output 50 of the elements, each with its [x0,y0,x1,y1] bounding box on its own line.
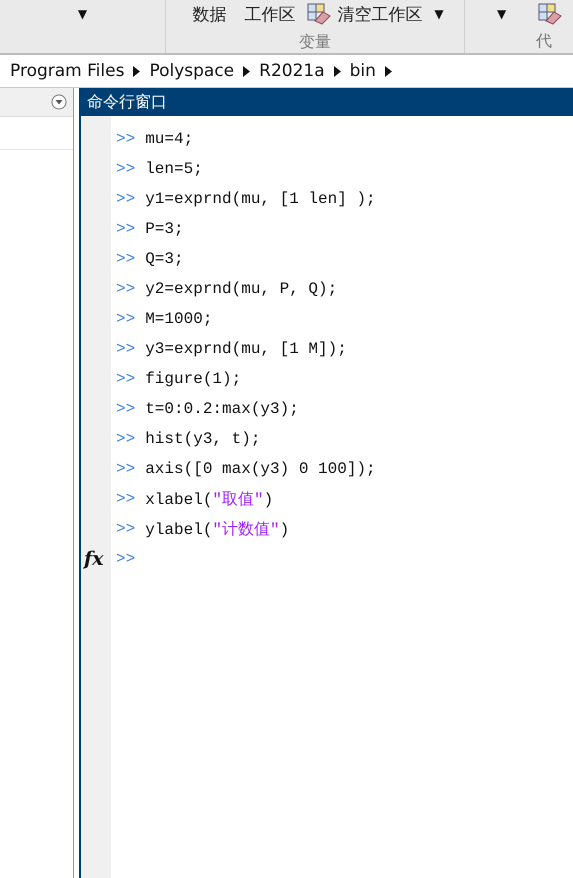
prompt: >> [116,370,136,388]
breadcrumb-item[interactable]: bin [350,61,376,81]
prompt: >> [116,490,136,508]
code-line: xlabel("取值") [145,490,274,510]
code-line: mu=4; [145,130,194,148]
prompt: >> [116,340,136,358]
prompt: >> [116,280,136,298]
code-line: Q=3; [145,250,184,268]
prompt: >> [116,430,136,448]
group-label: 变量 [299,32,331,53]
dropdown-circle-icon[interactable] [51,94,67,110]
code-line: M=1000; [145,310,212,328]
prompt: >> [116,160,136,178]
breadcrumb-item[interactable]: R2021a [259,61,325,81]
prompt: >> [116,460,136,478]
dropdown-caret[interactable]: ▼ [78,7,88,21]
breadcrumb-arrow-icon [243,66,250,76]
eraser-icon [538,3,562,25]
code-line: y3=exprnd(mu, [1 M]); [145,340,347,358]
code-line: t=0:0.2:max(y3); [145,400,299,418]
function-button[interactable]: fx [84,548,104,570]
code-line: axis([0 max(y3) 0 100]); [145,460,376,478]
toolbar-button[interactable]: 工作区 [244,2,296,26]
prompt: >> [116,220,136,238]
prompt: >> [116,250,136,268]
breadcrumb-arrow-icon [334,66,341,76]
prompt: >> [116,550,136,568]
breadcrumb-arrow-icon [133,66,140,76]
breadcrumb-item[interactable]: Polyspace [149,61,234,81]
code-line: len=5; [145,160,203,178]
code-line: y2=exprnd(mu, P, Q); [145,280,338,298]
code-line: ylabel("计数值") [145,520,290,540]
eraser-icon [307,3,332,25]
code-line: P=3; [145,220,184,238]
code-line: y1=exprnd(mu, [1 len] ); [145,190,376,208]
panel-title: 命令行窗口 [87,92,167,112]
dropdown-caret[interactable]: ▼ [497,7,506,21]
prompt: >> [116,520,136,538]
code-line: hist(y3, t); [145,430,260,448]
prompt: >> [116,400,136,418]
group-label: 代 [536,31,552,52]
breadcrumb-arrow-icon [384,66,392,76]
toolbar-button[interactable]: 清空工作区 [337,2,422,26]
toolbar-button[interactable]: 数据 [192,2,226,26]
breadcrumb-item[interactable]: Program Files [10,61,124,81]
prompt: >> [116,130,136,148]
prompt: >> [116,310,136,328]
code-line: figure(1); [145,370,242,388]
prompt: >> [116,190,136,208]
dropdown-caret[interactable]: ▼ [434,7,444,21]
